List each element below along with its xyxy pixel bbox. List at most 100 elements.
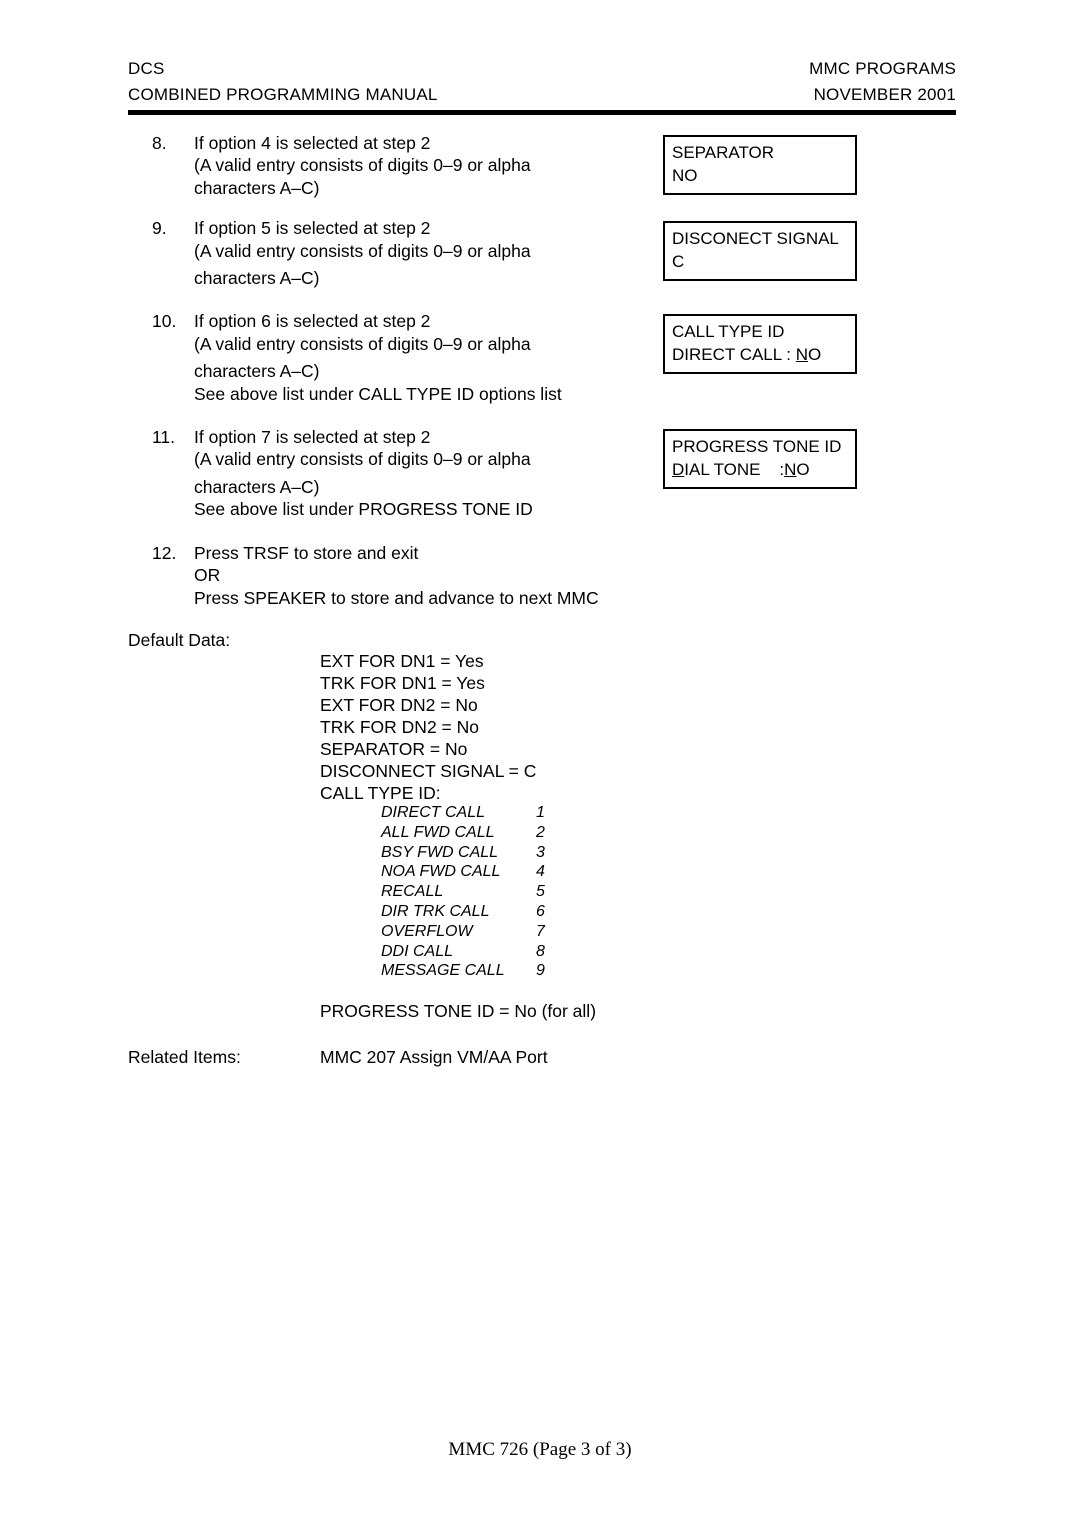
lcd-line-2: NO (672, 164, 848, 187)
header-row-top: DCS MMC PROGRAMS (128, 56, 956, 82)
step-line: (A valid entry consists of digits 0–9 or… (194, 240, 531, 261)
call-type-name: RECALL (381, 883, 444, 901)
default-data-row: EXT FOR DN1 = Yes (320, 651, 484, 671)
step-text: If option 7 is selected at step 2 (A val… (194, 426, 652, 521)
progress-tone-default-value: PROGRESS TONE ID = No (for all) (320, 1001, 597, 1021)
header-row-bottom: COMBINED PROGRAMMING MANUAL NOVEMBER 200… (128, 82, 956, 108)
step-number: 11. (152, 427, 176, 448)
step-item: 12. Press TRSF to store and exit OR Pres… (152, 542, 652, 609)
page-footer: MMC 726 (Page 3 of 3) (448, 1439, 632, 1460)
call-type-code: 7 (536, 922, 545, 940)
step-number: 9. (152, 218, 167, 239)
step-line: If option 5 is selected at step 2 (194, 218, 431, 239)
step-number: 12. (152, 542, 177, 563)
lcd-display-disconnect-signal: DISCONECT SIGNAL C (663, 221, 857, 281)
table-row: DIRECT CALL 1 (381, 803, 576, 823)
step-line: characters A–C) (194, 361, 320, 382)
default-data-row: SEPARATOR = No (320, 739, 468, 759)
lcd-cursor-char: N (784, 460, 797, 479)
table-row: DIR TRK CALL 6 (381, 902, 576, 922)
step-line: characters A–C) (194, 177, 320, 198)
call-type-id-options-table: DIRECT CALL 1 ALL FWD CALL 2 BSY FWD CAL… (381, 803, 576, 981)
call-type-code: 6 (536, 902, 545, 920)
step-line: If option 6 is selected at step 2 (194, 311, 431, 332)
table-row: RECALL 5 (381, 882, 576, 902)
step-line: (A valid entry consists of digits 0–9 or… (194, 155, 531, 176)
step-line: characters A–C) (194, 476, 320, 497)
step-text: If option 6 is selected at step 2 (A val… (194, 310, 652, 405)
call-type-code: 8 (536, 942, 545, 960)
call-type-name: DDI CALL (381, 942, 454, 960)
lcd-line-2: DIAL TONE :NO (672, 458, 848, 481)
table-row: MESSAGE CALL 9 (381, 961, 576, 981)
table-row: ALL FWD CALL 2 (381, 823, 576, 843)
lcd-value: NO (672, 166, 698, 185)
header-manual-name: DCS (128, 59, 165, 78)
step-line: If option 7 is selected at step 2 (194, 427, 431, 448)
default-data-row: CALL TYPE ID: (320, 783, 441, 803)
related-items-value: MMC 207 Assign VM/AA Port (320, 1047, 548, 1067)
step-item: 10. If option 6 is selected at step 2 (A… (152, 310, 652, 405)
call-type-name: NOA FWD CALL (381, 863, 501, 881)
lcd-label: IAL TONE (684, 460, 761, 479)
step-line: (A valid entry consists of digits 0–9 or… (194, 449, 531, 470)
lcd-cursor-char: D (672, 460, 685, 479)
step-line: See above list under PROGRESS TONE ID (194, 499, 533, 520)
table-row: BSY FWD CALL 3 (381, 843, 576, 863)
lcd-display-separator: SEPARATOR NO (663, 135, 857, 195)
step-line: (A valid entry consists of digits 0–9 or… (194, 333, 531, 354)
call-type-name: DIRECT CALL (381, 804, 486, 821)
lcd-display-call-type-id: CALL TYPE ID DIRECT CALL : NO (663, 314, 857, 374)
call-type-code: 4 (536, 863, 545, 881)
step-text: If option 4 is selected at step 2 (A val… (194, 132, 652, 199)
lcd-value: O (808, 345, 822, 364)
step-line: Press TRSF to store and exit (194, 542, 419, 563)
call-type-code: 5 (536, 883, 545, 901)
procedure-step-list: 8. If option 4 is selected at step 2 (A … (152, 132, 652, 627)
lcd-cursor-char: N (795, 345, 809, 364)
call-type-name: ALL FWD CALL (381, 823, 495, 841)
lcd-line-2: C (672, 250, 848, 273)
call-type-code: 1 (536, 804, 545, 821)
default-data-row: TRK FOR DN1 = Yes (320, 673, 485, 693)
lcd-line-1: PROGRESS TONE ID (672, 437, 842, 456)
step-line: Press SPEAKER to store and advance to ne… (194, 587, 599, 608)
step-text: If option 5 is selected at step 2 (A val… (194, 217, 652, 289)
lcd-display-progress-tone-id: PROGRESS TONE ID DIAL TONE :NO (663, 429, 857, 489)
document-page: DCS MMC PROGRAMS COMBINED PROGRAMMING MA… (0, 0, 1080, 1525)
table-row: OVERFLOW 7 (381, 922, 576, 942)
call-type-code: 2 (536, 823, 545, 841)
call-type-name: MESSAGE CALL (381, 962, 505, 980)
header-date: NOVEMBER 2001 (813, 85, 956, 105)
lcd-line-1: SEPARATOR (672, 143, 775, 162)
step-line: If option 4 is selected at step 2 (194, 133, 431, 153)
call-type-name: DIR TRK CALL (381, 902, 490, 920)
lcd-line-1: CALL TYPE ID (672, 322, 785, 341)
lcd-spacer: : (760, 460, 785, 479)
lcd-value: C (672, 252, 685, 271)
step-item: 8. If option 4 is selected at step 2 (A … (152, 132, 652, 199)
header-divider-rule (128, 110, 956, 115)
step-number: 10. (152, 311, 177, 332)
related-items-label: Related Items: (128, 1047, 241, 1067)
lcd-value: O (796, 460, 810, 479)
step-item: 9. If option 5 is selected at step 2 (A … (152, 217, 652, 289)
default-data-row: DISCONNECT SIGNAL = C (320, 761, 537, 781)
call-type-code: 9 (536, 962, 545, 980)
call-type-code: 3 (536, 843, 545, 861)
step-line: characters A–C) (194, 268, 320, 289)
page-header: DCS MMC PROGRAMS COMBINED PROGRAMMING MA… (128, 56, 956, 109)
header-section-title: MMC PROGRAMS (809, 59, 956, 78)
lcd-line-1: DISCONECT SIGNAL (672, 229, 839, 248)
default-data-values: EXT FOR DN1 = Yes TRK FOR DN1 = Yes EXT … (320, 650, 536, 804)
step-line: OR (194, 565, 221, 586)
header-manual-subtitle: COMBINED PROGRAMMING MANUAL (128, 85, 438, 105)
step-number: 8. (152, 133, 167, 153)
default-data-label: Default Data: (128, 630, 231, 650)
step-item: 11. If option 7 is selected at step 2 (A… (152, 426, 652, 521)
default-data-row: TRK FOR DN2 = No (320, 717, 479, 737)
lcd-label: DIRECT CALL : (672, 345, 796, 364)
table-row: NOA FWD CALL 4 (381, 862, 576, 882)
call-type-name: BSY FWD CALL (381, 843, 499, 861)
table-row: DDI CALL 8 (381, 942, 576, 962)
